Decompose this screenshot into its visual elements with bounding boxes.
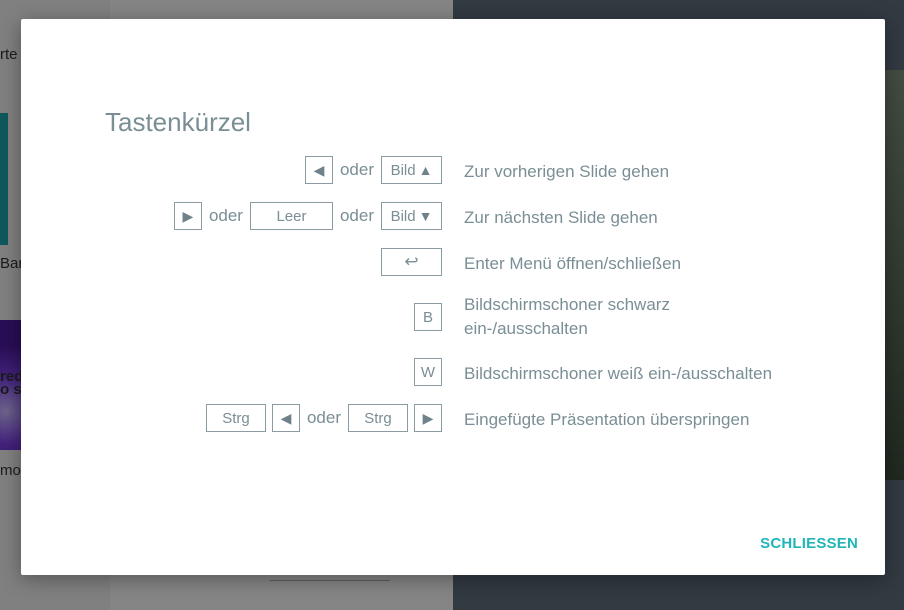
ctrl-key-label: Strg (364, 409, 392, 427)
shortcut-description: Bildschirmschoner weiß ein-/ausschalten (464, 364, 773, 383)
or-separator: oder (339, 206, 374, 225)
space-key: Leer (249, 202, 333, 230)
shortcut-description: Enter Menü öffnen/schließen (464, 254, 682, 273)
triangle-down-icon: ▼ (418, 208, 433, 224)
w-key: W (414, 358, 442, 386)
ctrl-key: Strg (348, 404, 408, 432)
or-separator: oder (339, 160, 374, 179)
shortcut-keys: ↩ (381, 247, 442, 277)
arrow-right-key: ▶ (414, 404, 442, 432)
page-down-key: Bild ▼ (381, 202, 442, 230)
page-up-key: Bild ▲ (381, 156, 442, 184)
arrow-right-key: ▶ (173, 202, 202, 230)
shortcut-description: Bildschirmschoner schwarz ein-/ausschalt… (464, 293, 670, 341)
arrow-left-icon: ◀ (313, 162, 325, 178)
shortcut-keys: Strg ◀ oder Strg ▶ (205, 403, 442, 433)
shortcut-keys: ◀ oder Bild ▲ (304, 155, 442, 185)
shortcut-row-skip-presentation: Strg ◀ oder Strg ▶ Eingefügte Präsentati… (21, 403, 885, 435)
page-down-key-label: Bild (390, 207, 416, 225)
enter-icon: ↩ (404, 252, 419, 271)
ctrl-key: Strg (205, 404, 266, 432)
arrow-right-icon: ▶ (182, 208, 194, 224)
triangle-up-icon: ▲ (418, 162, 433, 178)
shortcut-description: Zur vorherigen Slide gehen (464, 162, 670, 181)
shortcut-row-menu: ↩ Enter Menü öffnen/schließen (21, 247, 885, 279)
or-separator: oder (208, 206, 243, 225)
b-key: B (414, 303, 442, 331)
shortcut-description: Eingefügte Präsentation überspringen (464, 410, 750, 429)
shortcuts-dialog: Tastenkürzel ◀ oder Bild ▲ Zur vorherigen… (21, 19, 885, 575)
dialog-title: Tastenkürzel (105, 107, 251, 137)
shortcut-row-next-slide: ▶ oder Leer oder Bild ▼ Zur nächsten Slid… (21, 201, 885, 233)
enter-key: ↩ (381, 248, 442, 276)
shortcut-description-line: Bildschirmschoner schwarz (464, 295, 670, 314)
b-key-label: B (422, 308, 433, 326)
arrow-left-key: ◀ (271, 404, 300, 432)
shortcut-keys: ▶ oder Leer oder Bild ▼ (173, 201, 442, 231)
ctrl-key-label: Strg (222, 409, 250, 427)
w-key-label: W (420, 363, 436, 381)
shortcut-keys: B (414, 302, 442, 332)
or-separator: oder (306, 408, 341, 427)
shortcut-row-screensaver-white: W Bildschirmschoner weiß ein-/ausschalte… (21, 357, 885, 389)
shortcut-description-line: ein-/ausschalten (464, 319, 588, 338)
shortcut-row-previous-slide: ◀ oder Bild ▲ Zur vorherigen Slide gehen (21, 155, 885, 187)
page-up-key-label: Bild (390, 161, 416, 179)
shortcut-keys: W (414, 357, 442, 387)
arrow-left-key: ◀ (304, 156, 333, 184)
arrow-right-icon: ▶ (422, 410, 434, 426)
close-button[interactable]: SCHLIESSEN (760, 535, 858, 552)
shortcut-row-screensaver-black: B Bildschirmschoner schwarz ein-/ausscha… (21, 295, 885, 338)
shortcut-description: Zur nächsten Slide gehen (464, 208, 658, 227)
space-key-label: Leer (276, 207, 307, 225)
arrow-left-icon: ◀ (280, 410, 292, 426)
